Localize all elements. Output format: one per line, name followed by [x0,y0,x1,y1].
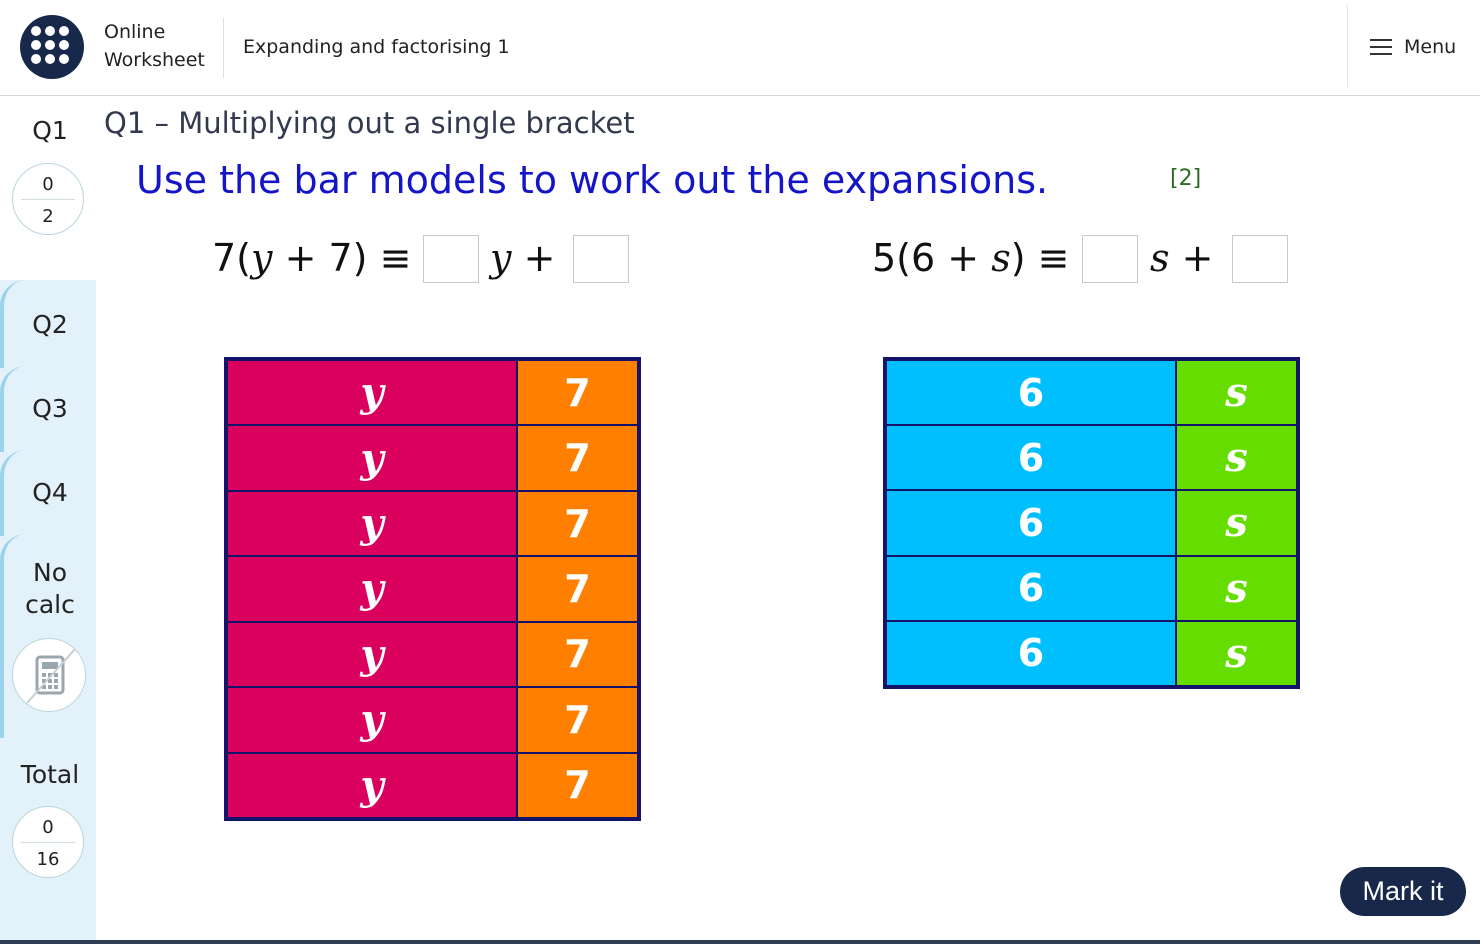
bar-cell-left: 6 [886,555,1176,621]
brand-name: Online Worksheet [104,18,205,74]
worksheet-title: Expanding and factorising 1 [243,36,510,58]
header: Online Worksheet Expanding and factorisi… [0,0,1480,96]
equation-1-variable: y + [490,236,556,280]
total-score-max: 16 [36,849,60,870]
bar-cell-right: s [1176,555,1297,621]
sidebar-q4-label: Q4 [32,478,68,507]
header-divider [223,18,224,78]
bar-cell-right: 7 [517,425,638,491]
marks-available: [2] [1170,166,1202,191]
brand-line-2: Worksheet [104,49,205,71]
sidebar-q1-label: Q1 [32,116,68,145]
total-score: 0 16 [12,806,84,878]
no-calc-line-1: No [33,558,67,587]
equation-2-lhs: 5(6 + s) ≡ [872,236,1070,280]
grid-dots-icon [31,26,73,68]
no-calc-line-2: calc [25,590,75,619]
bar-cell-left: y [227,490,517,557]
bar-cell-left: y [227,752,517,818]
equation-1-coefficient-input[interactable] [423,235,479,283]
total-score-value: 0 [42,817,54,838]
mark-it-button[interactable]: Mark it [1340,867,1466,916]
question-instruction: Use the bar models to work out the expan… [136,158,1049,202]
bar-cell-right: 7 [517,360,638,426]
bar-cell-right: s [1176,620,1297,686]
bar-cell-right: 7 [517,556,638,622]
header-divider-right [1347,5,1348,87]
bar-cell-right: 7 [517,752,638,818]
equation-2-coefficient-input[interactable] [1082,235,1138,283]
bar-cell-left: y [227,425,517,491]
sidebar-q2-label: Q2 [32,310,68,339]
bar-cell-left: 6 [886,360,1176,426]
app-logo[interactable] [20,15,84,79]
question-heading: Q1 – Multiplying out a single bracket [104,106,635,140]
bar-cell-left: 6 [886,620,1176,686]
equation-2-constant-input[interactable] [1232,235,1288,283]
bar-cell-left: y [227,556,517,622]
q1-score-value: 0 [42,174,54,195]
bar-cell-left: y [227,621,517,688]
bar-cell-left: 6 [886,425,1176,491]
bar-cell-left: y [227,687,517,753]
bar-cell-right: s [1176,360,1297,426]
bar-cell-right: s [1176,425,1297,491]
bar-model-2: 6s6s6s6s6s [883,357,1300,689]
bar-cell-right: 7 [517,490,638,557]
menu-button[interactable]: Menu [1370,36,1456,58]
equation-1-lhs: 7(y + 7) ≡ [212,236,412,280]
q1-score-max: 2 [42,206,54,227]
bar-cell-left: y [227,360,517,426]
equation-2-variable: s + [1150,236,1214,280]
no-calculator-icon [12,638,86,712]
bar-cell-right: 7 [517,621,638,688]
brand-line-1: Online [104,21,166,43]
menu-label: Menu [1404,36,1457,58]
bar-cell-right: s [1176,490,1297,556]
bar-model-1: y7y7y7y7y7y7y7 [224,357,641,821]
bar-cell-left: 6 [886,490,1176,556]
hamburger-icon [1370,39,1392,55]
bar-cell-right: 7 [517,687,638,753]
total-label: Total [20,760,80,789]
equation-1-constant-input[interactable] [573,235,629,283]
sidebar-q3-label: Q3 [32,394,68,423]
q1-score: 0 2 [12,163,84,235]
bottom-border [0,940,1480,944]
